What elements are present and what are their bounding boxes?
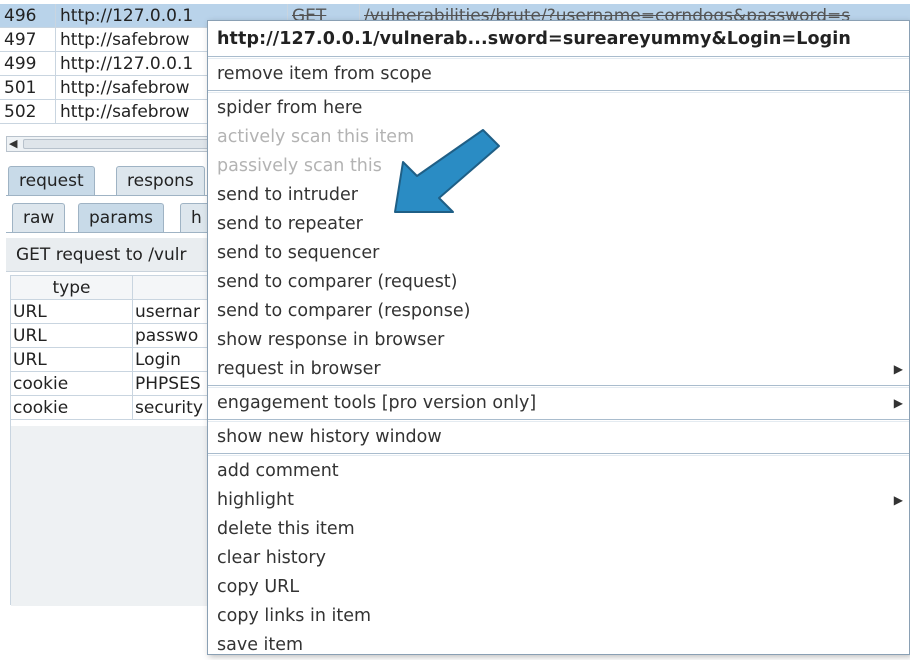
table-row[interactable]: cookie security — [11, 396, 215, 420]
param-type: cookie — [11, 396, 133, 420]
menu-item-label: engagement tools [pro version only] — [217, 393, 537, 413]
menu-item-remove-from-scope[interactable]: remove item from scope — [208, 60, 909, 89]
menu-separator — [208, 90, 909, 93]
menu-item-label: request in browser — [217, 359, 381, 379]
param-type: URL — [11, 300, 133, 324]
menu-item-add-comment[interactable]: add comment — [208, 457, 909, 486]
menu-item-spider[interactable]: spider from here — [208, 94, 909, 123]
menu-item-send-to-comparer-response[interactable]: send to comparer (response) — [208, 297, 909, 326]
context-menu: http://127.0.0.1/vulnerab...sword=surear… — [207, 20, 910, 655]
menu-item-passive-scan: passively scan this — [217, 156, 382, 176]
menu-separator — [208, 385, 909, 388]
menu-item-send-to-comparer-request[interactable]: send to comparer (request) — [208, 268, 909, 297]
scroll-left-icon[interactable]: ◀ — [9, 137, 17, 151]
row-number: 496 — [0, 4, 56, 28]
table-row[interactable]: cookie PHPSES — [11, 372, 215, 396]
menu-item-copy-links[interactable]: copy links in item — [208, 602, 909, 631]
menu-item-show-response-in-browser[interactable]: show response in browser — [208, 326, 909, 355]
menu-separator — [208, 56, 909, 59]
menu-item-save-item[interactable]: save item — [208, 631, 909, 660]
request-info-bar: GET request to /vulr — [6, 238, 216, 272]
column-header-name[interactable] — [133, 276, 217, 300]
menu-item-engagement-tools[interactable]: engagement tools [pro version only] ▶ — [208, 389, 909, 418]
param-name: passwo — [135, 326, 199, 346]
menu-item-request-in-browser[interactable]: request in browser ▶ — [208, 355, 909, 384]
params-table: type URL usernar URL passwo URL Login co… — [10, 275, 217, 606]
table-row[interactable]: URL Login — [11, 348, 215, 372]
table-row[interactable]: URL usernar — [11, 300, 215, 324]
menu-item-send-to-intruder[interactable]: send to intruder — [208, 181, 909, 210]
menu-item-show-new-history-window[interactable]: show new history window — [208, 423, 909, 452]
tab-response[interactable]: respons — [116, 166, 205, 196]
tab-raw[interactable]: raw — [12, 203, 66, 233]
param-type: cookie — [11, 372, 133, 396]
horizontal-scrollbar[interactable]: ◀ — [6, 136, 216, 152]
param-name: PHPSES — [135, 374, 201, 394]
row-number: 499 — [0, 52, 56, 76]
menu-item-clear-history[interactable]: clear history — [208, 544, 909, 573]
row-number: 501 — [0, 76, 56, 100]
menu-item-copy-url[interactable]: copy URL — [208, 573, 909, 602]
column-header-type[interactable]: type — [11, 276, 133, 300]
param-type: URL — [11, 324, 133, 348]
submenu-arrow-icon: ▶ — [893, 362, 903, 376]
submenu-arrow-icon: ▶ — [893, 396, 903, 410]
menu-item-active-scan: actively scan this item — [217, 127, 415, 147]
tab-divider — [6, 195, 216, 196]
param-name: security — [135, 398, 203, 418]
menu-item-send-to-repeater[interactable]: send to repeater — [208, 210, 909, 239]
tab-request[interactable]: request — [8, 166, 95, 196]
row-number: 502 — [0, 100, 56, 124]
tab-params[interactable]: params — [78, 203, 165, 233]
row-number: 497 — [0, 28, 56, 52]
scrollbar-thumb[interactable] — [23, 139, 211, 149]
submenu-arrow-icon: ▶ — [893, 493, 903, 507]
table-row[interactable]: URL passwo — [11, 324, 215, 348]
menu-title: http://127.0.0.1/vulnerab...sword=surear… — [217, 29, 851, 49]
menu-item-send-to-sequencer[interactable]: send to sequencer — [208, 239, 909, 268]
param-name: Login — [135, 350, 181, 370]
params-header-row: type — [11, 276, 215, 300]
menu-separator — [208, 453, 909, 456]
param-type: URL — [11, 348, 133, 372]
menu-item-label: highlight — [217, 490, 294, 510]
menu-item-delete-item[interactable]: delete this item — [208, 515, 909, 544]
menu-item-highlight[interactable]: highlight ▶ — [208, 486, 909, 515]
annotation-arrow-shape — [394, 129, 500, 213]
tab-divider — [6, 232, 216, 233]
param-name: usernar — [135, 302, 200, 322]
params-empty-area — [11, 426, 217, 606]
menu-separator — [208, 419, 909, 422]
annotation-arrow-icon — [394, 129, 500, 213]
